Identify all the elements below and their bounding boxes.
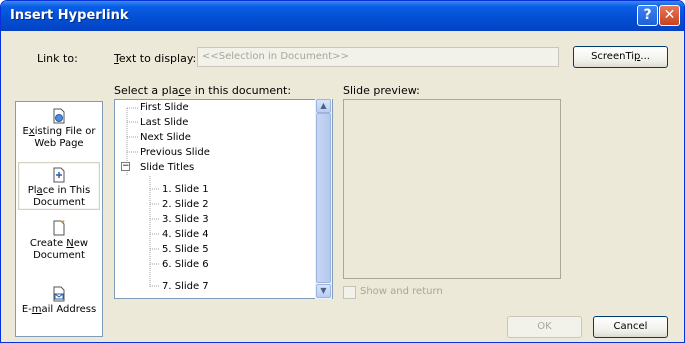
tree-connector-lines [126, 107, 160, 288]
text-to-display-label: Text to display: [114, 52, 197, 65]
tree-item[interactable]: 4. Slide 4 [162, 229, 209, 240]
screentip-button[interactable]: ScreenTip... [573, 46, 668, 68]
tree-item[interactable]: Slide Titles [140, 162, 194, 173]
show-and-return-checkbox[interactable] [343, 286, 356, 299]
show-and-return-label: Show and return [360, 286, 443, 297]
nav-email-address[interactable]: E-mail Address [18, 286, 100, 326]
tree-item[interactable]: Next Slide [140, 132, 191, 143]
tree-item[interactable]: 7. Slide 7 [162, 281, 209, 292]
link-to-bar: Existing File or Web Page Place in This … [15, 101, 103, 337]
file-globe-icon [53, 108, 65, 124]
link-to-label: Link to: [37, 52, 78, 65]
document-place-icon [53, 167, 65, 183]
tree-item[interactable]: 3. Slide 3 [162, 214, 209, 225]
dialog-title: Insert Hyperlink [10, 8, 129, 23]
nav-existing-file-or-web-page[interactable]: Existing File or Web Page [18, 108, 100, 160]
nav-create-new-document[interactable]: Create New Document [18, 220, 100, 270]
select-place-label: Select a place in this document: [114, 84, 292, 97]
email-icon [53, 286, 65, 302]
cancel-button[interactable]: Cancel [593, 316, 668, 338]
tree-collapse-icon[interactable]: − [121, 162, 130, 171]
tree-item[interactable]: Previous Slide [140, 147, 210, 158]
slide-preview-box [343, 99, 561, 279]
title-bar: Insert Hyperlink ? ✕ [1, 1, 684, 31]
tree-item[interactable]: First Slide [140, 102, 189, 113]
tree-item[interactable]: 6. Slide 6 [162, 259, 209, 270]
place-tree[interactable]: First Slide Last Slide Next Slide Previo… [114, 99, 333, 299]
scroll-down-icon[interactable]: ▼ [316, 284, 331, 298]
scroll-up-icon[interactable]: ▲ [316, 99, 331, 113]
insert-hyperlink-dialog: Insert Hyperlink ? ✕ Link to: Existing F… [0, 0, 685, 343]
nav-place-in-this-document[interactable]: Place in This Document [18, 162, 100, 210]
tree-item[interactable]: 2. Slide 2 [162, 199, 209, 210]
close-button[interactable]: ✕ [659, 5, 680, 26]
tree-item[interactable]: 5. Slide 5 [162, 244, 209, 255]
scroll-thumb[interactable] [316, 113, 331, 283]
tree-item[interactable]: Last Slide [140, 117, 188, 128]
slide-preview-label: Slide preview: [343, 84, 420, 97]
ok-button[interactable]: OK [507, 316, 582, 338]
help-button[interactable]: ? [637, 5, 658, 26]
new-document-icon [53, 220, 65, 236]
tree-item[interactable]: 1. Slide 1 [162, 184, 209, 195]
text-to-display-field[interactable]: <<Selection in Document>> [197, 47, 559, 67]
